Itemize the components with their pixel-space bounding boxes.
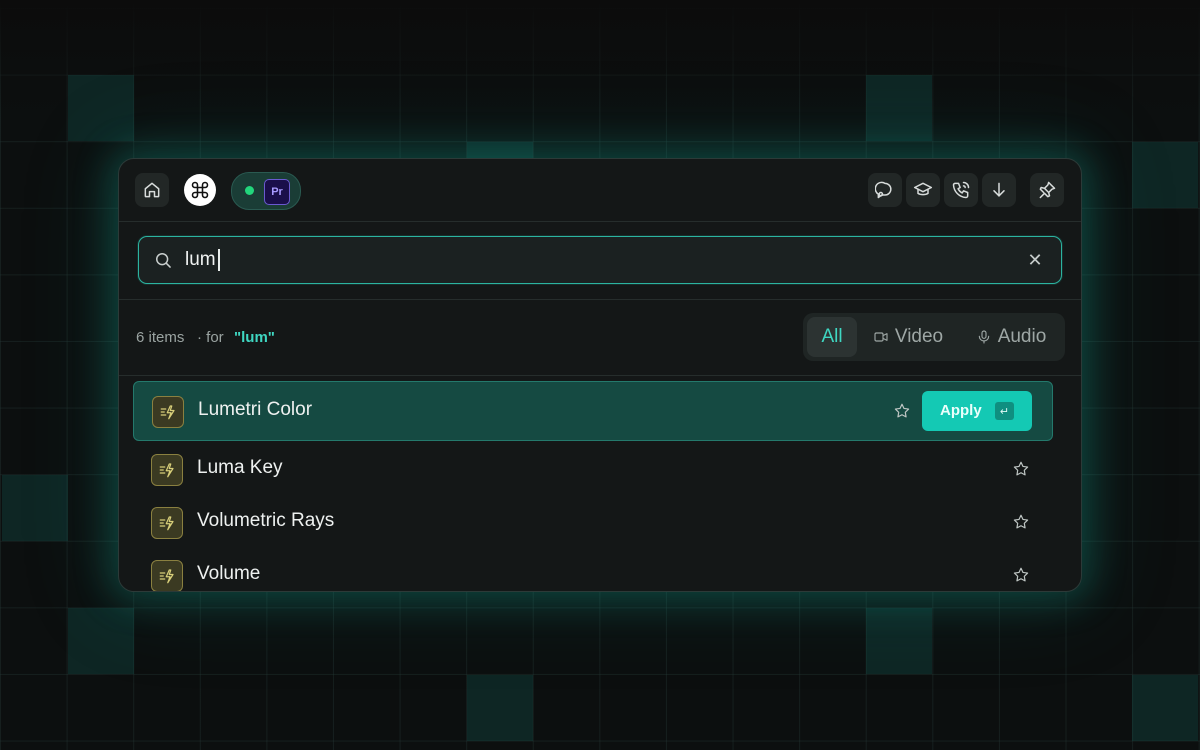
pin-icon <box>1039 181 1056 199</box>
premiere-app-icon: Pr <box>264 179 290 205</box>
text-caret <box>218 249 220 271</box>
command-palette: Pr ✕ 6 items · for "lum" <box>118 158 1082 592</box>
filter-tab-all[interactable]: All <box>807 317 857 357</box>
learn-button[interactable] <box>906 173 940 207</box>
microphone-icon <box>978 330 989 344</box>
search-box[interactable]: ✕ <box>138 236 1062 284</box>
results-list: Lumetri Color Apply ↵ Luma Key Volumetri… <box>119 375 1081 591</box>
arrow-down-icon <box>993 182 1005 197</box>
call-button[interactable] <box>944 173 978 207</box>
filter-segmented-control: All Video Audio <box>803 313 1065 361</box>
background-tile <box>866 608 932 674</box>
toolbar: Pr <box>119 159 1081 222</box>
filter-tab-audio[interactable]: Audio <box>969 317 1053 357</box>
filter-row: 6 items · for "lum" All Video Audio <box>119 299 1081 376</box>
download-button[interactable] <box>982 173 1016 207</box>
favorite-star-icon[interactable] <box>893 402 911 420</box>
filter-tab-label: Audio <box>997 326 1047 347</box>
filter-tab-label: All <box>821 326 843 347</box>
effect-icon <box>152 396 184 428</box>
result-label: Lumetri Color <box>198 399 313 420</box>
search-icon <box>153 250 173 270</box>
background-fade <box>0 0 1200 120</box>
home-button[interactable] <box>135 173 169 207</box>
video-icon <box>874 332 888 342</box>
command-icon <box>191 181 209 199</box>
status-dot <box>245 186 254 195</box>
favorite-star-icon[interactable] <box>1012 460 1030 478</box>
result-row-lumetri-color[interactable]: Lumetri Color Apply ↵ <box>133 381 1053 441</box>
for-label: · for <box>197 329 224 346</box>
result-label: Volumetric Rays <box>197 510 335 531</box>
result-row-volumetric-rays[interactable]: Volumetric Rays <box>133 493 1051 551</box>
effect-icon <box>151 560 183 591</box>
filter-tab-label: Video <box>894 326 944 347</box>
chat-icon <box>875 181 892 199</box>
close-icon: ✕ <box>1027 249 1043 270</box>
result-label: Luma Key <box>197 457 283 478</box>
query-highlight: "lum" <box>234 329 275 346</box>
favorite-star-icon[interactable] <box>1012 513 1030 531</box>
app-connection-pill[interactable]: Pr <box>231 172 301 210</box>
effect-icon <box>151 454 183 486</box>
background-tile <box>68 608 134 674</box>
favorite-star-icon[interactable] <box>1012 566 1030 584</box>
pin-button[interactable] <box>1030 173 1064 207</box>
home-icon <box>144 182 160 198</box>
apply-label: Apply <box>940 402 982 419</box>
search-section: ✕ <box>119 221 1081 300</box>
graduation-cap-icon <box>913 182 933 196</box>
result-label: Volume <box>197 563 261 584</box>
apply-button[interactable]: Apply ↵ <box>922 391 1032 431</box>
search-input[interactable] <box>185 245 985 275</box>
background-tile <box>1132 142 1198 208</box>
enter-key-icon: ↵ <box>995 402 1014 420</box>
result-row-luma-key[interactable]: Luma Key <box>133 440 1051 498</box>
result-row-volume[interactable]: Volume <box>133 546 1051 591</box>
chat-button[interactable] <box>868 173 902 207</box>
phone-icon <box>952 181 970 199</box>
background-tile <box>2 475 68 541</box>
background-tile <box>1132 675 1198 741</box>
command-button[interactable] <box>184 174 216 206</box>
result-count: 6 items <box>136 329 185 346</box>
filter-tab-video[interactable]: Video <box>867 317 949 357</box>
background-tile <box>866 75 932 141</box>
clear-search-button[interactable]: ✕ <box>1025 250 1045 270</box>
effect-icon <box>151 507 183 539</box>
background-tile <box>68 75 134 141</box>
background-tile <box>467 675 533 741</box>
